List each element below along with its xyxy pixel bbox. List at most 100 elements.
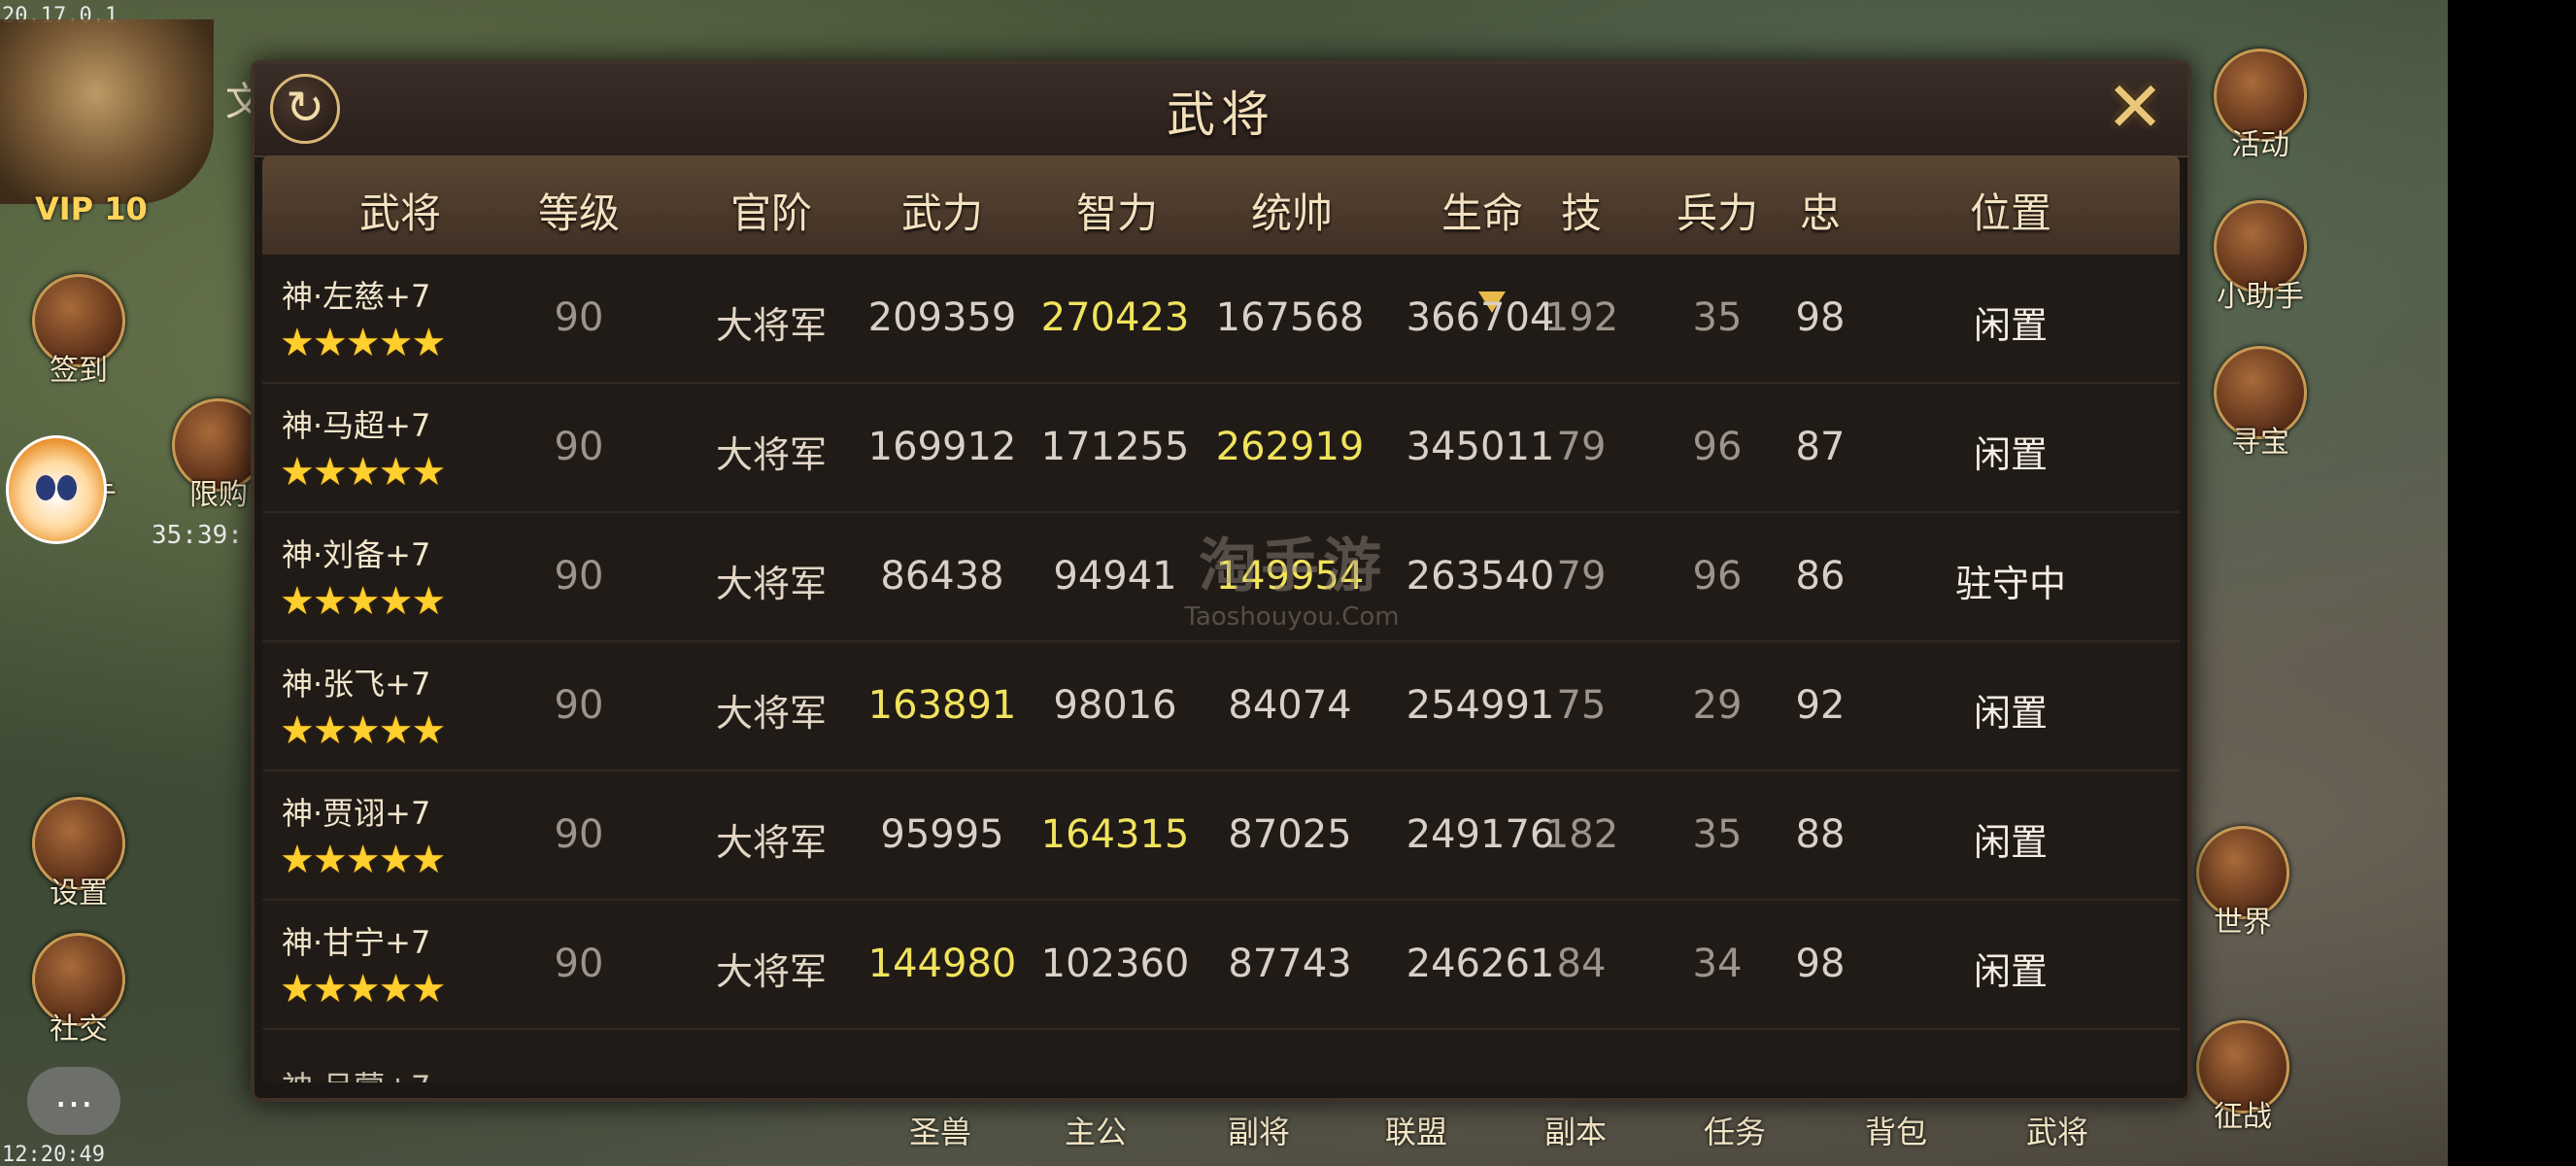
dialog-title: 武将	[1167, 86, 1275, 143]
col-position[interactable]: 位置	[1914, 181, 2108, 240]
settings-label: 设置	[50, 876, 108, 910]
cell-rank: 大将军	[715, 304, 827, 347]
table-row[interactable]: 神·贾诩+7 ★★★★★ 90 大将军 95995 164315 87025 249176 18…	[262, 772, 2180, 901]
general-name: 神·贾诩+7	[282, 795, 431, 832]
cell-rank: 大将军	[715, 563, 827, 605]
col-rank[interactable]: 官阶	[674, 181, 868, 240]
world-button[interactable]: 世界	[2189, 826, 2296, 941]
helper-label: 小助手	[2217, 280, 2304, 314]
cell-loyalty: 92	[1795, 683, 1846, 728]
table-row[interactable]: 神·马超+7 ★★★★★ 90 大将军 169912 171255 262919 345011…	[262, 384, 2180, 513]
cell-level: 90	[554, 425, 604, 469]
tab-dungeon[interactable]: 副本	[1544, 1108, 1607, 1152]
cell-loyalty: 88	[1795, 812, 1846, 857]
col-level[interactable]: 等级	[482, 181, 676, 240]
campaign-label: 征战	[2214, 1100, 2272, 1134]
col-intellect[interactable]: 智力	[1020, 181, 1214, 240]
world-label: 世界	[2214, 906, 2272, 940]
star-rating-icon: ★★★★★	[280, 838, 446, 882]
cell-command: 262919	[1215, 425, 1365, 469]
col-loyalty[interactable]: 忠	[1762, 181, 1879, 240]
cell-intellect: 164315	[1040, 812, 1190, 857]
cell-rank: 大将军	[715, 433, 827, 476]
table-row[interactable]: 神·甘宁+7 ★★★★★ 90 大将军 144980 102360 87743 246261 8…	[262, 901, 2180, 1030]
star-rating-icon: ★★★★★	[280, 450, 446, 495]
tab-holy-beast[interactable]: 圣兽	[909, 1108, 971, 1152]
vip-badge: VIP 10	[35, 190, 148, 227]
limited-countdown: 35:39:	[152, 521, 243, 550]
cell-command: 167568	[1215, 295, 1365, 340]
sign-in-button[interactable]: 签到	[25, 274, 132, 389]
screen-edge-black-bar	[2448, 0, 2576, 1166]
table-header: 武将 等级 官阶 武力 智力 统帅 生命 技 兵力 忠 位置	[262, 155, 2180, 255]
star-rating-icon: ★★★★★	[280, 967, 446, 1012]
tab-quest[interactable]: 任务	[1704, 1108, 1766, 1152]
assistant-cat-icon[interactable]	[6, 435, 107, 544]
watermark-subtext: Taoshouyou.Com	[1184, 602, 1400, 632]
tab-alliance[interactable]: 联盟	[1385, 1108, 1447, 1152]
cell-position: 驻守中	[1954, 563, 2066, 605]
cell-loyalty: 98	[1795, 942, 1846, 986]
dialog-header: ↻ 武将 ✕	[254, 64, 2187, 157]
col-command[interactable]: 统帅	[1195, 181, 1389, 240]
cell-intellect: 270423	[1040, 295, 1190, 340]
treasure-hunt-button[interactable]: 寻宝	[2207, 346, 2314, 461]
cell-loyalty: 98	[1795, 295, 1846, 340]
cell-loyalty: 86	[1795, 554, 1846, 599]
table-row[interactable]: 神·左慈+7 ★★★★★ 90 大将军 209359 270423 167568 366704…	[262, 255, 2180, 384]
settings-button[interactable]: 设置	[25, 797, 132, 911]
cell-position: 闲置	[1973, 821, 2048, 864]
tab-lord[interactable]: 主公	[1065, 1108, 1127, 1152]
activity-button[interactable]: 活动	[2207, 49, 2314, 163]
general-name: 神·左慈+7	[282, 278, 431, 315]
cell-level: 90	[554, 812, 604, 857]
chat-button[interactable]: …	[27, 1067, 120, 1135]
cell-force: 209359	[867, 295, 1017, 340]
cell-level: 90	[554, 295, 604, 340]
cell-rank: 大将军	[715, 950, 827, 993]
cell-intellect: 98016	[1053, 683, 1177, 728]
star-rating-icon: ★★★★★	[280, 321, 446, 365]
campaign-button[interactable]: 征战	[2189, 1020, 2296, 1135]
cell-force: 95995	[880, 812, 1004, 857]
social-label: 社交	[50, 1012, 108, 1046]
general-name: 神·刘备+7	[282, 536, 431, 573]
star-rating-icon: ★★★★★	[280, 579, 446, 624]
table-row[interactable]: 神·张飞+7 ★★★★★ 90 大将军 163891 98016 84074 254991 75…	[262, 642, 2180, 772]
player-avatar[interactable]	[0, 19, 214, 204]
partial-row-name: 神·吕蒙+7	[282, 1063, 430, 1082]
cell-intellect: 171255	[1040, 425, 1190, 469]
cell-force: 169912	[867, 425, 1017, 469]
tab-bag[interactable]: 背包	[1865, 1108, 1927, 1152]
cell-level: 90	[554, 942, 604, 986]
col-general[interactable]: 武将	[303, 181, 497, 240]
cell-position: 闲置	[1973, 304, 2048, 347]
tab-deputy[interactable]: 副将	[1228, 1108, 1290, 1152]
general-name: 神·甘宁+7	[282, 924, 431, 961]
activity-label: 活动	[2231, 128, 2289, 162]
cell-level: 90	[554, 554, 604, 599]
cell-force: 86438	[880, 554, 1004, 599]
helper-button[interactable]: 小助手	[2207, 200, 2314, 315]
close-icon: ✕	[2105, 66, 2165, 148]
general-name: 神·张飞+7	[282, 666, 431, 703]
cell-command: 84074	[1228, 683, 1352, 728]
close-button[interactable]: ✕	[2100, 72, 2170, 142]
sign-in-label: 签到	[50, 354, 108, 388]
cell-intellect: 102360	[1040, 942, 1190, 986]
general-name: 神·马超+7	[282, 407, 431, 444]
watermark-text: 淘手游	[1199, 532, 1385, 600]
cell-rank: 大将军	[715, 821, 827, 864]
treasure-hunt-label: 寻宝	[2231, 426, 2289, 460]
tab-generals[interactable]: 武将	[2026, 1108, 2088, 1152]
clock-text: 12:20:49	[2, 1143, 105, 1166]
cell-rank: 大将军	[715, 692, 827, 735]
cell-position: 闲置	[1973, 692, 2048, 735]
cell-force: 144980	[867, 942, 1017, 986]
star-rating-icon: ★★★★★	[280, 708, 446, 753]
cell-position: 闲置	[1973, 950, 2048, 993]
social-button[interactable]: 社交	[25, 933, 132, 1047]
col-force[interactable]: 武力	[845, 181, 1039, 240]
cell-command: 87743	[1228, 942, 1352, 986]
cell-force: 163891	[867, 683, 1017, 728]
